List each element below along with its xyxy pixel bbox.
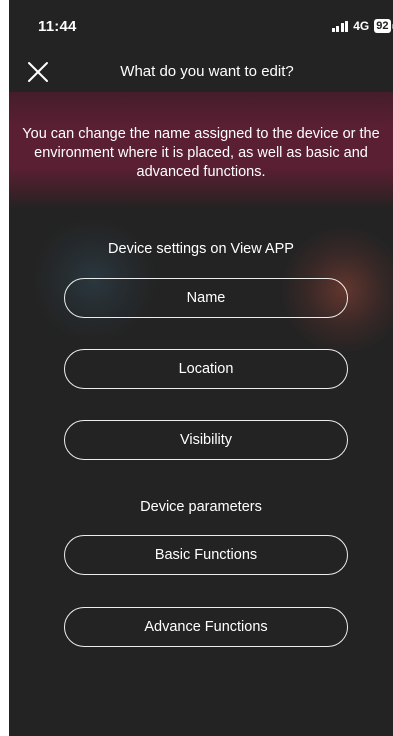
device-parameters-title: Device parameters: [140, 499, 262, 515]
page-title: What do you want to edit?: [120, 63, 294, 80]
signal-icon: [331, 20, 349, 32]
status-indicators: 4G 92: [331, 19, 393, 33]
status-bar: 11:44 4G 92: [9, 0, 393, 52]
name-button[interactable]: Name: [64, 278, 348, 318]
location-button-label: Location: [178, 361, 234, 377]
basic-functions-button-label: Basic Functions: [154, 547, 258, 563]
name-button-label: Name: [186, 290, 226, 306]
visibility-button[interactable]: Visibility: [64, 420, 348, 460]
visibility-button-label: Visibility: [179, 432, 233, 448]
advance-functions-button[interactable]: Advance Functions: [64, 607, 348, 647]
device-settings-title: Device settings on View APP: [108, 241, 294, 257]
app-screen: 11:44 4G 92 What do you want to edit? Yo…: [9, 0, 393, 736]
info-banner-text: You can change the name assigned to the …: [22, 126, 380, 180]
status-time: 11:44: [38, 18, 77, 35]
battery-icon: 92: [374, 19, 393, 33]
info-banner: You can change the name assigned to the …: [9, 92, 393, 208]
location-button[interactable]: Location: [64, 349, 348, 389]
network-type: 4G: [353, 19, 370, 33]
header: What do you want to edit?: [9, 52, 393, 92]
basic-functions-button[interactable]: Basic Functions: [64, 535, 348, 575]
battery-level: 92: [374, 19, 391, 33]
advance-functions-button-label: Advance Functions: [144, 619, 268, 635]
